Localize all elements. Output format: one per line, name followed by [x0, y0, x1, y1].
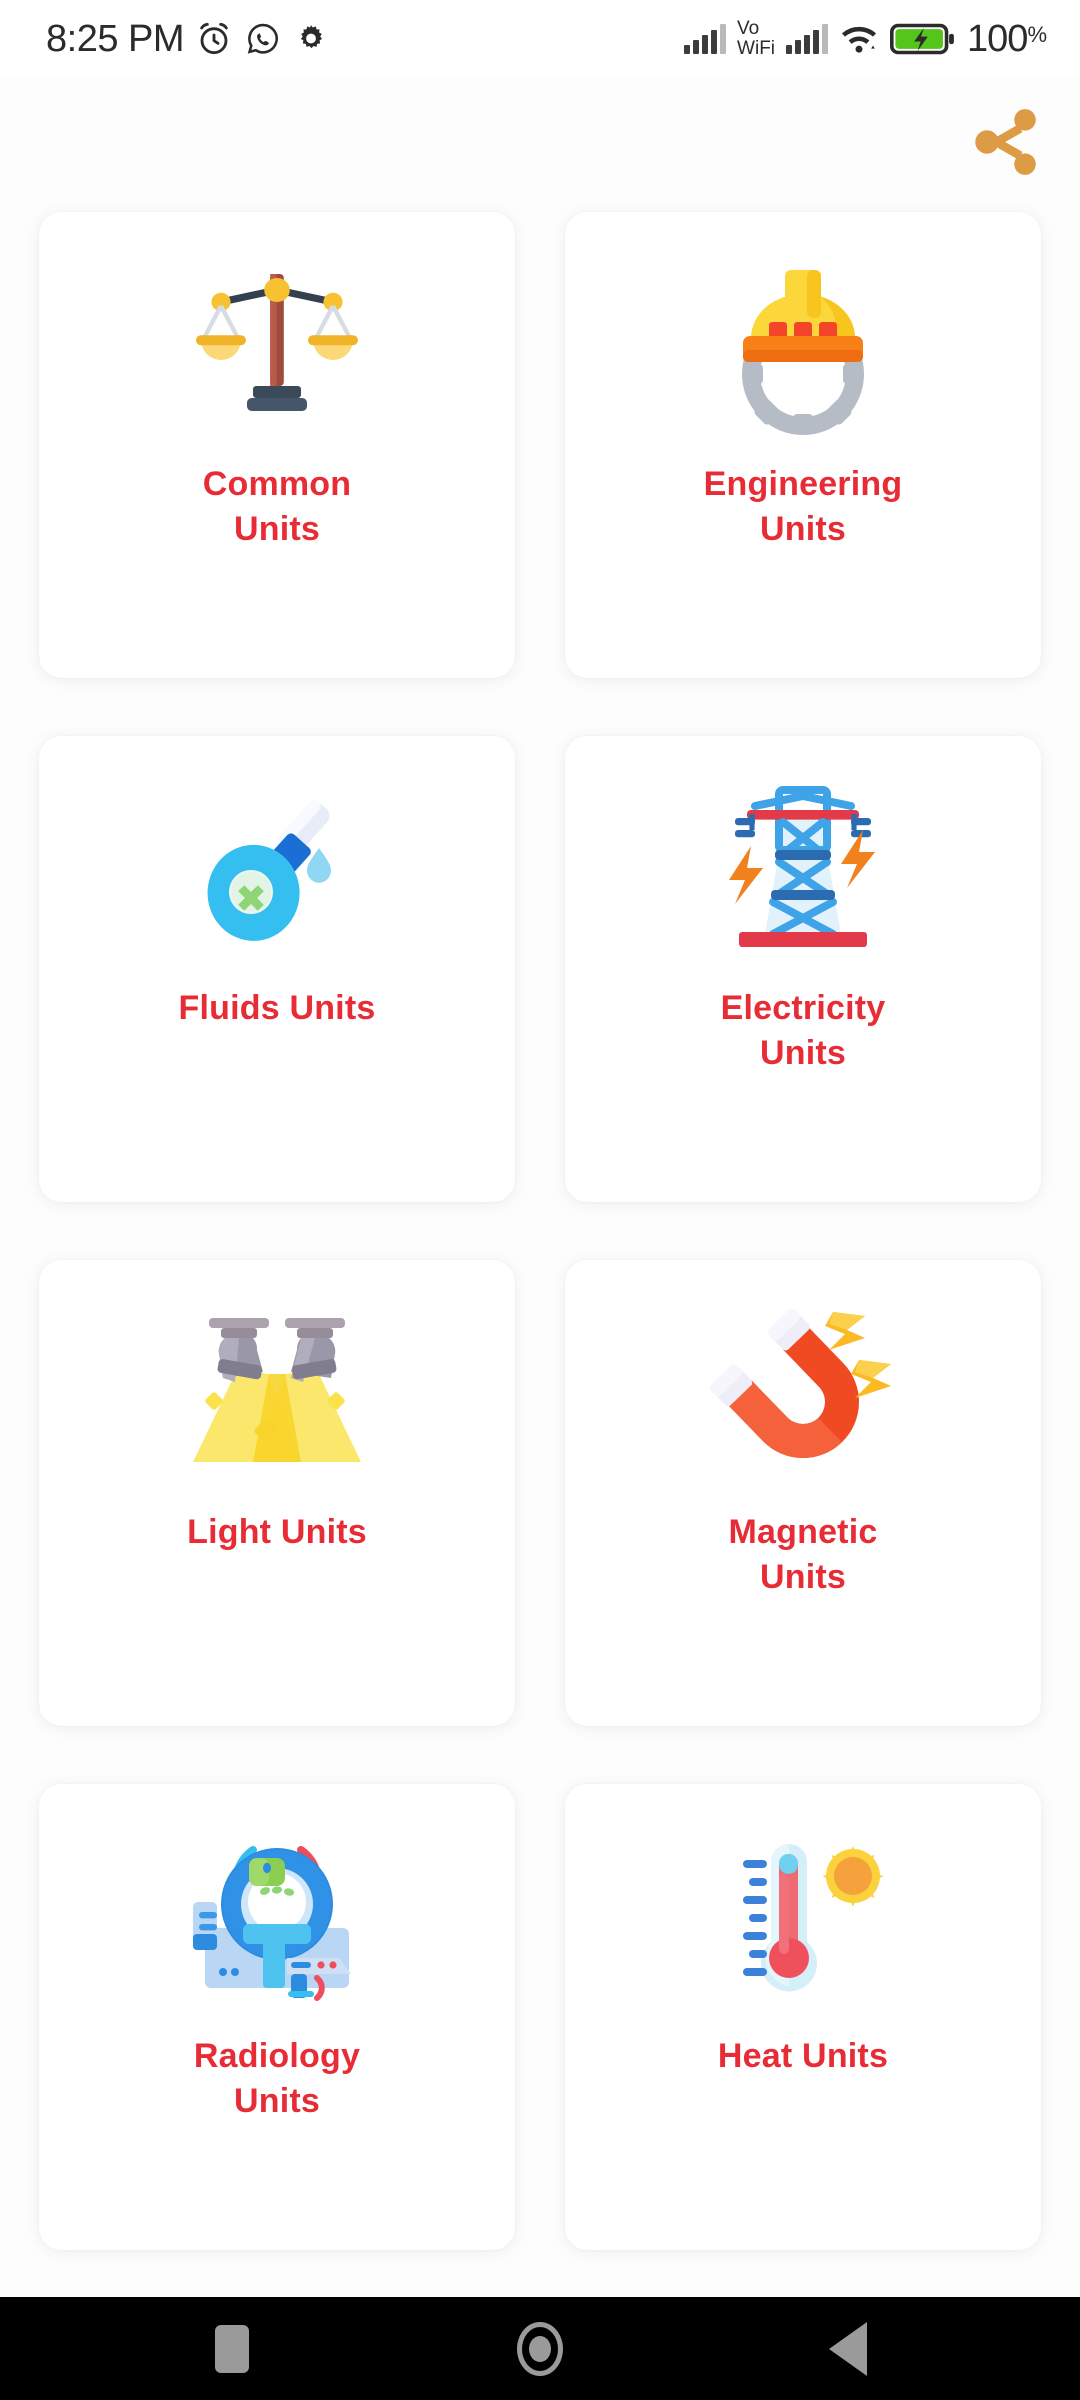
whatsapp-icon [247, 23, 278, 54]
wifi-icon [842, 26, 877, 53]
gear-icon [300, 25, 323, 49]
signal-bars-icon [684, 24, 727, 54]
mri-scanner-icon [39, 1784, 515, 2034]
card-radiology-units[interactable]: Radiology Units [39, 1784, 515, 2250]
card-label-line1: Heat Units [717, 2037, 889, 2075]
square-recents-icon [215, 2324, 249, 2373]
status-bar-left: 8:25 PM [46, 18, 330, 61]
card-label-line2: Units [759, 1033, 846, 1072]
card-label-line1: Magnetic [728, 1513, 878, 1551]
battery-percentage: 100% [967, 17, 1047, 60]
card-label-line1: Engineering [703, 465, 903, 503]
top-action-bar [0, 78, 1080, 206]
vowifi-line2: WiFi [737, 38, 776, 59]
card-light-units[interactable]: Light Units [39, 1260, 515, 1726]
units-grid: Common Units Engineering Units Fluids Un… [0, 212, 1080, 2250]
card-label: Engineering Units [598, 462, 1007, 552]
vowifi-line1: Vo [737, 18, 760, 39]
card-label-line1: Electricity [720, 989, 886, 1027]
signal-bars-icon-2 [786, 24, 829, 54]
card-magnetic-units[interactable]: Magnetic Units [565, 1260, 1041, 1726]
thermometer-sun-icon [565, 1784, 1041, 2034]
status-bar-right: Vo WiFi 100% [684, 17, 1047, 61]
card-label: Light Units [72, 1510, 481, 1555]
status-bar-clock: 8:25 PM [46, 17, 185, 60]
card-fluids-units[interactable]: Fluids Units [39, 736, 515, 1202]
card-label: Heat Units [598, 2034, 1007, 2079]
card-label-line1: Common [202, 465, 352, 503]
card-label: Electricity Units [598, 986, 1007, 1076]
balance-scale-icon [39, 212, 515, 462]
card-label-line1: Fluids Units [178, 989, 376, 1027]
triangle-back-icon [829, 2321, 867, 2376]
share-icon [975, 109, 1036, 175]
card-label-line2: Units [233, 509, 320, 548]
power-pylon-icon [565, 736, 1041, 986]
card-label-line1: Radiology [193, 2037, 361, 2075]
app-screen: 8:25 PM Vo WiFi 100% Common Units Engine… [0, 0, 1080, 2400]
card-label: Magnetic Units [598, 1510, 1007, 1600]
card-heat-units[interactable]: Heat Units [565, 1784, 1041, 2250]
alarm-clock-icon [200, 22, 228, 55]
card-common-units[interactable]: Common Units [39, 212, 515, 678]
battery-charging-icon [890, 23, 954, 55]
card-label: Radiology Units [72, 2034, 481, 2124]
spotlights-icon [39, 1260, 515, 1510]
card-label-line1: Light Units [187, 1513, 367, 1551]
recents-button[interactable] [184, 2301, 280, 2397]
card-label-line2: Units [759, 509, 846, 548]
hard-hat-gear-icon [565, 212, 1041, 462]
card-electricity-units[interactable]: Electricity Units [565, 736, 1041, 1202]
dropper-bulb-icon [39, 736, 515, 986]
card-label-line2: Units [759, 1557, 846, 1596]
card-label: Common Units [72, 462, 481, 552]
card-engineering-units[interactable]: Engineering Units [565, 212, 1041, 678]
home-button[interactable] [492, 2301, 588, 2397]
status-bar: 8:25 PM Vo WiFi 100% [0, 0, 1080, 78]
horseshoe-magnet-icon [565, 1260, 1041, 1510]
android-navigation-bar [0, 2297, 1080, 2400]
circle-home-icon [517, 2321, 563, 2376]
card-label: Fluids Units [72, 986, 481, 1031]
share-button[interactable] [960, 96, 1052, 188]
back-button[interactable] [800, 2301, 896, 2397]
card-label-line2: Units [233, 2081, 320, 2120]
vowifi-label: Vo WiFi [737, 19, 775, 59]
